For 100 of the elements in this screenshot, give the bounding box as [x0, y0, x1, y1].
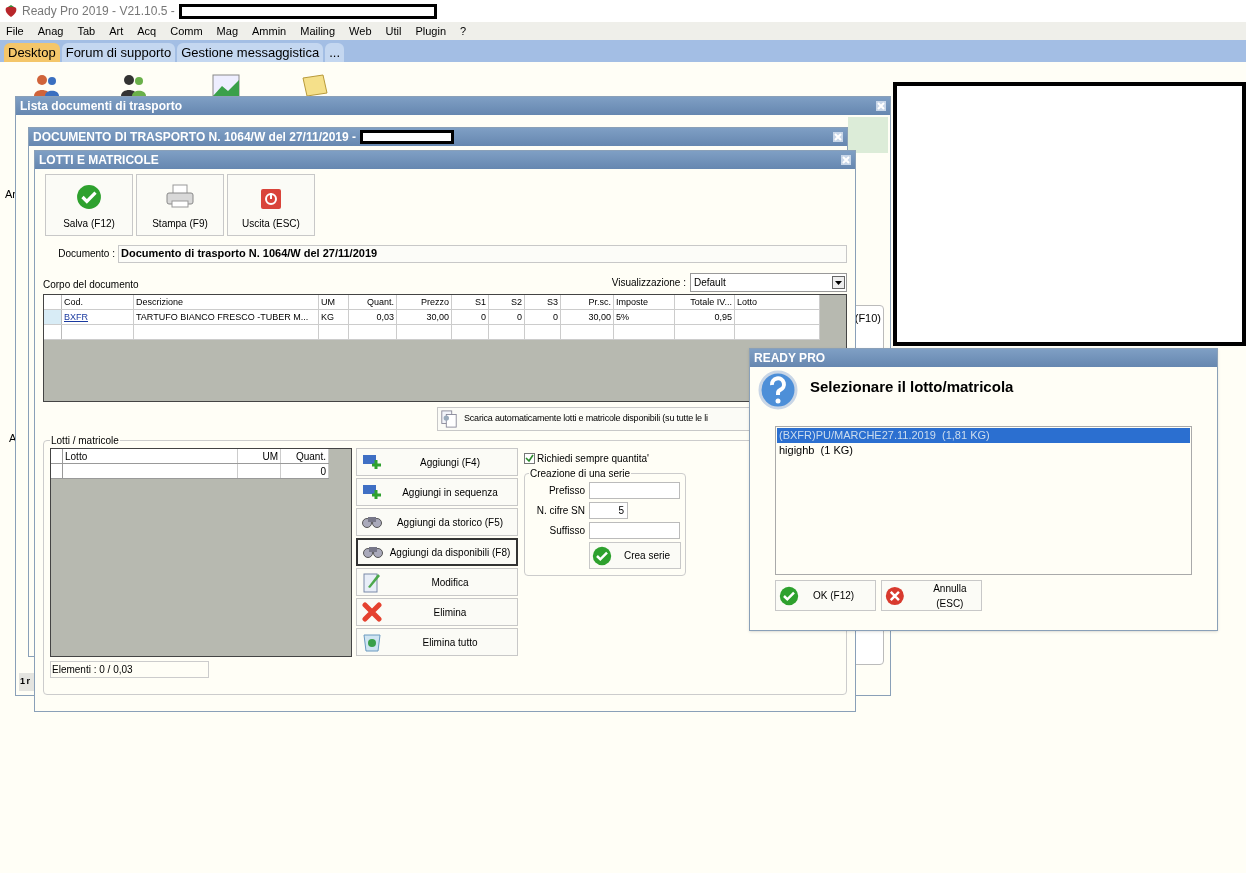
column-header[interactable]: Totale IV... [690, 297, 732, 307]
dialog-message: Selezionare il lotto/matricola [810, 377, 1014, 397]
column-header: UM [262, 451, 278, 462]
table-cell: 0 [481, 312, 486, 322]
column-header[interactable]: S3 [547, 297, 558, 307]
menu-item[interactable]: Web [349, 22, 372, 40]
binoculars-icon [363, 545, 383, 559]
code-link[interactable]: BXFR [64, 312, 88, 322]
action-button[interactable]: Modifica [356, 568, 518, 596]
toolbar-button[interactable]: Salva (F12) [45, 174, 133, 236]
column-header[interactable]: Imposte [616, 297, 648, 307]
question-icon [758, 370, 798, 410]
strawberry-icon [4, 4, 18, 18]
add-icon [362, 454, 382, 470]
checkbox[interactable] [524, 453, 535, 464]
check-icon [592, 545, 612, 566]
bin-icon [363, 632, 381, 652]
table-cell: 0,03 [376, 312, 394, 322]
close-icon [885, 585, 905, 606]
document-field[interactable]: Documento di trasporto N. 1064/W del 27/11/2019 [118, 244, 847, 263]
menu-item[interactable]: Util [385, 22, 402, 40]
action-button[interactable]: Aggiungi da disponibili (F8) [356, 538, 518, 566]
tab[interactable]: ... [325, 43, 345, 62]
menu-item[interactable]: Art [109, 22, 124, 40]
table-cell: KG [321, 312, 334, 322]
action-button[interactable]: Elimina tutto [356, 628, 518, 656]
window-title: LOTTI E MATRICOLE [39, 152, 159, 169]
list-item[interactable]: higighb (1 KG) [777, 443, 1190, 458]
field-label: Suffisso [548, 524, 585, 538]
chart-icon[interactable] [212, 74, 240, 96]
column-header[interactable]: Lotto [737, 297, 758, 307]
column-header[interactable]: Cod. [64, 297, 83, 307]
close-icon[interactable] [833, 132, 843, 142]
action-button[interactable]: Aggiungi in sequenza [356, 478, 518, 506]
input-field[interactable] [589, 522, 680, 539]
input-field[interactable] [589, 482, 680, 499]
column-header[interactable]: S2 [511, 297, 522, 307]
table-cell: 0,95 [714, 312, 732, 322]
caret-icon [832, 276, 845, 289]
list-item[interactable]: (BXFR)PU/MARCHE27.11.2019 (1,81 KG) [777, 428, 1190, 443]
column-header[interactable]: UM [321, 297, 335, 307]
menu-item[interactable]: Anag [37, 22, 64, 40]
table-cell: TARTUFO BIANCO FRESCO -TUBER M... [136, 312, 309, 322]
action-button[interactable]: Aggiungi (F4) [356, 448, 518, 476]
column-header[interactable]: S1 [475, 297, 486, 307]
icon-label: Ar [5, 187, 16, 202]
section-label: Corpo del documento [43, 278, 139, 292]
table-cell: 30,00 [426, 312, 449, 322]
dialog-button[interactable]: OK (F12) [775, 580, 876, 611]
menu-item[interactable]: Ammin [252, 22, 287, 40]
status-text: 1 r [20, 675, 30, 689]
tab[interactable]: Gestione messaggistica [177, 43, 324, 62]
window-title: Lista documenti di trasporto [20, 98, 182, 115]
action-button[interactable]: Aggiungi da storico (F5) [356, 508, 518, 536]
power-icon [260, 188, 282, 210]
column-header[interactable]: Descrizione [136, 297, 184, 307]
documents-icon [440, 410, 458, 428]
shortcut-label: (F10) [854, 311, 882, 326]
table-cell: 5% [616, 312, 629, 322]
group-label: Creazione di una serie [529, 467, 632, 481]
ask-quantity-checkbox[interactable]: Richiedi sempre quantita' [524, 451, 686, 466]
input-field[interactable]: 5 [589, 502, 628, 519]
menu-item[interactable]: Plugin [415, 22, 446, 40]
column-header[interactable]: Pr.sc. [588, 297, 611, 307]
check-icon [76, 184, 102, 210]
column-header: Quant. [295, 451, 326, 462]
create-series-button[interactable]: Crea serie [589, 542, 681, 569]
menu-item[interactable]: ? [460, 22, 467, 40]
menu-item[interactable]: File [6, 22, 24, 40]
tab[interactable]: Forum di supporto [61, 43, 176, 62]
close-icon[interactable] [841, 155, 851, 165]
toolbar-button[interactable]: Uscita (ESC) [227, 174, 315, 236]
check-icon [779, 585, 799, 606]
menu-item[interactable]: Acq [137, 22, 157, 40]
checkmark-icon [525, 454, 534, 463]
view-select[interactable]: Default [690, 273, 847, 292]
table-cell: 30,00 [588, 312, 611, 322]
binoculars-icon [362, 515, 382, 529]
menu-item[interactable]: Mag [216, 22, 238, 40]
menu-item[interactable]: Tab [77, 22, 96, 40]
dialog-button[interactable]: Annulla (ESC) [881, 580, 982, 611]
printer-icon [165, 184, 195, 210]
elements-field: Elementi : 0 / 0,03 [50, 661, 209, 678]
field-label: Documento : [57, 247, 116, 261]
window-title: DOCUMENTO DI TRASPORTO N. 1064/W del 27/11/2019 - [33, 129, 356, 146]
add-icon [362, 484, 382, 500]
menu-item[interactable]: Mailing [300, 22, 336, 40]
field-label: N. cifre SN [535, 504, 585, 518]
toolbar-button[interactable]: Stampa (F9) [136, 174, 224, 236]
toolbar-strip [848, 117, 888, 153]
column-header[interactable]: Quant. [366, 297, 394, 307]
people-icon[interactable] [120, 74, 148, 96]
delete-icon [362, 602, 382, 622]
close-icon[interactable] [876, 101, 886, 111]
action-button[interactable]: Elimina [356, 598, 518, 626]
tab[interactable]: Desktop [4, 43, 60, 62]
field-label: Visualizzazione : [611, 276, 686, 290]
table-cell: 0 [517, 312, 522, 322]
menu-item[interactable]: Comm [170, 22, 203, 40]
column-header[interactable]: Prezzo [421, 297, 449, 307]
